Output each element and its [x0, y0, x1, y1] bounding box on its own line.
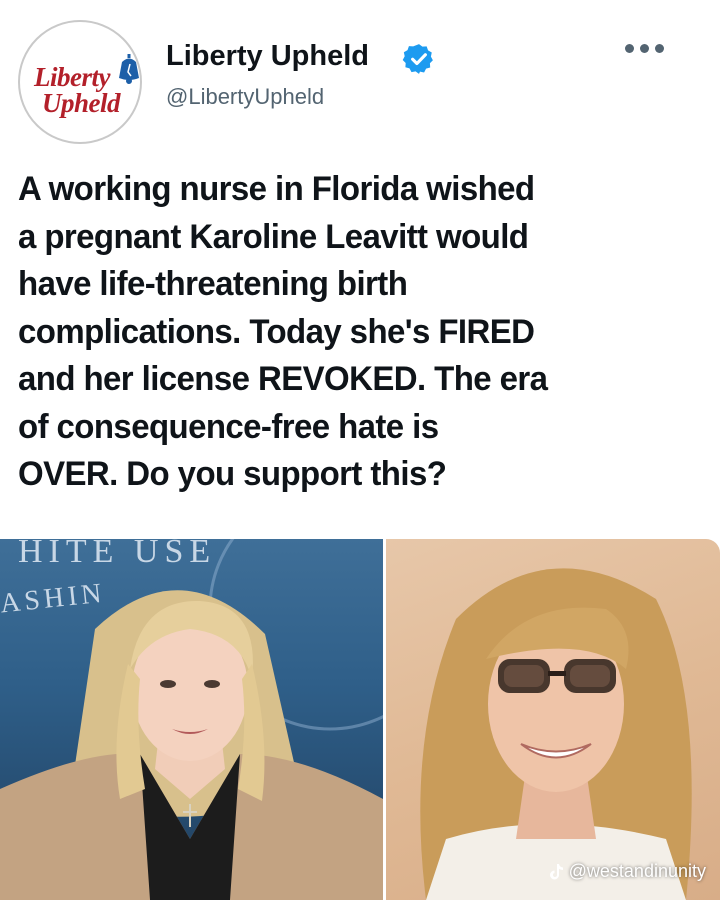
- tweet-line: of consequence-free hate is: [18, 407, 439, 446]
- tiktok-icon: [549, 863, 563, 879]
- tweet-line: a pregnant Karoline Leavitt would: [18, 217, 529, 256]
- tweet-line: OVER. Do you support this?: [18, 455, 447, 493]
- person-right-illustration: [420, 568, 692, 900]
- tweet-line: complications. Today she's FIRED: [18, 312, 535, 351]
- tweet-line: have life-threatening birth: [18, 265, 408, 303]
- account-handle[interactable]: @LibertyUpheld: [166, 84, 324, 110]
- more-dot: [640, 44, 649, 53]
- watermark-text: @westandinunity: [568, 861, 706, 881]
- media-photo-right[interactable]: @westandinunity: [386, 539, 720, 900]
- logo-text-upheld: Upheld: [42, 88, 121, 118]
- display-name[interactable]: Liberty Upheld: [166, 40, 369, 73]
- more-dot: [625, 44, 634, 53]
- avatar[interactable]: Liberty Upheld: [18, 20, 142, 144]
- tweet-line: and her license REVOKED. The era: [18, 360, 548, 398]
- tweet-line: A working nurse in Florida wished: [18, 170, 535, 208]
- more-options-icon[interactable]: [625, 44, 664, 53]
- tweet-text: A working nurse in Florida wished a preg…: [18, 166, 687, 499]
- person-left-illustration: [0, 539, 383, 900]
- verified-badge-icon: [402, 44, 433, 74]
- liberty-bell-icon: [119, 54, 139, 84]
- watermark: @westandinunity: [549, 861, 706, 882]
- more-dot: [655, 44, 664, 53]
- media-photo-left[interactable]: HITE USE ASHIN: [0, 539, 383, 900]
